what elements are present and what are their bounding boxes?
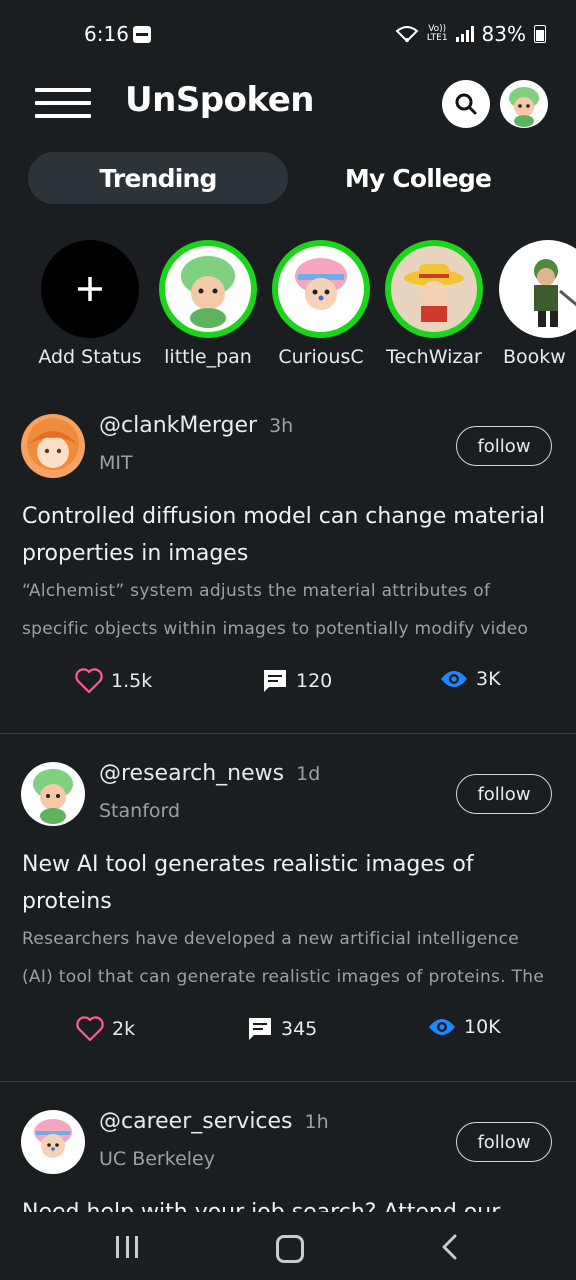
post-username-row: @career_services 1h bbox=[99, 1109, 329, 1134]
home-button[interactable] bbox=[276, 1235, 304, 1263]
chopper-pink-avatar-icon bbox=[34, 1119, 72, 1158]
post-avatar[interactable] bbox=[21, 1110, 85, 1174]
post-username[interactable]: @career_services bbox=[99, 1109, 293, 1134]
follow-button[interactable]: follow bbox=[456, 1122, 552, 1162]
back-icon[interactable] bbox=[440, 1234, 460, 1260]
recent-apps-button[interactable] bbox=[116, 1236, 138, 1258]
post-card[interactable]: @career_services 1h UC Berkeley follow Ne… bbox=[0, 0, 576, 1212]
post-time: 1h bbox=[304, 1111, 329, 1133]
post-college: UC Berkeley bbox=[99, 1148, 215, 1170]
system-nav-bar bbox=[0, 1212, 576, 1280]
post-title[interactable]: Need help with your job search? Attend o… bbox=[22, 1194, 552, 1212]
